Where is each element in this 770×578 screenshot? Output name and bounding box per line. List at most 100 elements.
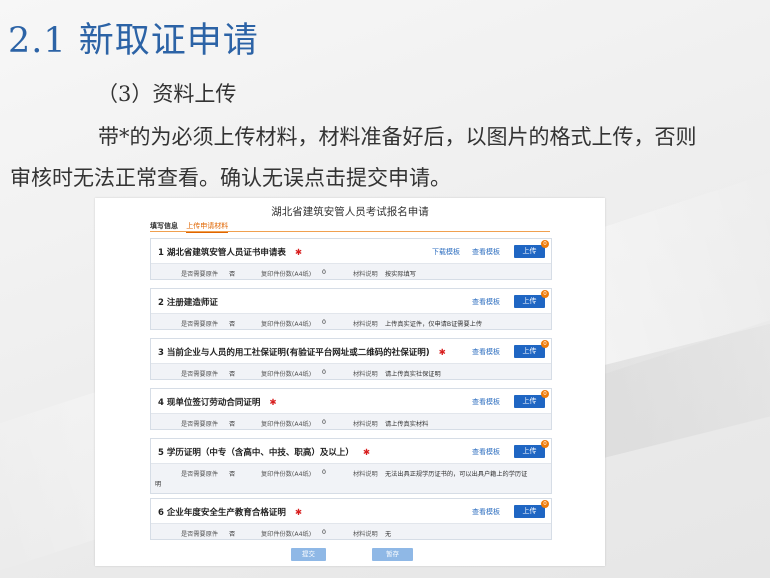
application-form-screenshot: 湖北省建筑安管人员考试报名申请 填写信息 上传申请材料 1 湖北省建筑安管人员证… [95,198,605,566]
item-index: 2 [158,298,164,308]
description-label: 材料说明 [353,421,378,428]
copies-value: 0 [322,269,326,276]
document-item-header: 1 湖北省建筑安管人员证书申请表 ✱ 下载模板 查看模板 上传 0 [151,239,551,263]
document-item-details: 是否需要原件 否 复印件份数(A4纸) 0 材料说明 无 [151,523,551,539]
slide-paragraph: 带*的为必须上传材料，材料准备好后，以图片的格式上传，否则审核时无法正常查看。确… [10,125,697,190]
view-template-link[interactable]: 查看模板 [472,297,500,307]
original-required-label: 是否需要原件 [181,531,219,538]
description-value: 请上传真实社保证明 [385,371,441,378]
original-required-value: 否 [229,471,236,478]
document-item-details: 是否需要原件 否 复印件份数(A4纸) 0 材料说明 请上传真实社保证明 [151,363,551,379]
copies-value: 0 [322,419,326,426]
document-item: 4 现单位签订劳动合同证明 ✱ 查看模板 上传 0 是否需要原件 否 复印件份数… [150,388,552,430]
copies-label: 复印件份数(A4纸) [261,531,312,538]
description-value: 无 [385,531,392,538]
view-template-link[interactable]: 查看模板 [472,247,500,257]
original-required-value: 否 [229,531,236,538]
document-item-details: 是否需要原件 否 复印件份数(A4纸) 0 材料说明 按实际填写 [151,263,551,279]
slide-title: 2.1 新取证申请 [8,21,259,61]
original-required-value: 否 [229,271,236,278]
description-label: 材料说明 [353,471,378,478]
document-item-details: 是否需要原件 否 复印件份数(A4纸) 0 材料说明 请上传真实材料 [151,413,551,429]
document-item: 2 注册建造师证 查看模板 上传 0 是否需要原件 否 复印件份数(A4纸) 0… [150,288,552,330]
submit-button[interactable]: 提交 [291,548,326,561]
copies-label: 复印件份数(A4纸) [261,421,312,428]
required-marker: ✱ [294,508,302,518]
document-item: 6 企业年度安全生产教育合格证明 ✱ 查看模板 上传 0 是否需要原件 否 复印… [150,498,552,540]
required-marker: ✱ [438,348,446,358]
document-item-details: 是否需要原件 否 复印件份数(A4纸) 0 材料说明 无法出具正规学历证书的，可… [151,463,551,493]
original-required-value: 否 [229,321,236,328]
item-index: 1 [158,248,164,258]
upload-button[interactable]: 上传 [514,295,545,308]
upload-count-badge: 0 [541,440,549,448]
item-title: 当前企业与人员的用工社保证明(有验证平台网址或二维码的社保证明) [166,348,430,358]
copies-value: 0 [322,469,326,476]
upload-count-badge: 0 [541,340,549,348]
document-item-header: 2 注册建造师证 查看模板 上传 0 [151,289,551,313]
item-title: 湖北省建筑安管人员证书申请表 [166,248,286,258]
item-title: 企业年度安全生产教育合格证明 [166,508,286,518]
view-template-link[interactable]: 查看模板 [472,447,500,457]
slide-subtitle: （3）资料上传 [97,82,237,106]
item-index: 6 [158,508,164,518]
upload-count-badge: 0 [541,290,549,298]
view-template-link[interactable]: 查看模板 [472,347,500,357]
description-value: 无法出具正规学历证书的，可以出具户籍上的学历证 [385,471,528,478]
description-label: 材料说明 [353,531,378,538]
view-template-link[interactable]: 查看模板 [472,507,500,517]
document-item-name: 6 企业年度安全生产教育合格证明 ✱ [158,506,302,518]
upload-count-badge: 0 [541,390,549,398]
document-item-header: 4 现单位签订劳动合同证明 ✱ 查看模板 上传 0 [151,389,551,413]
document-item-header: 6 企业年度安全生产教育合格证明 ✱ 查看模板 上传 0 [151,499,551,523]
item-title: 学历证明（中专（含高中、中技、职高）及以上） [166,448,354,458]
document-item-name: 1 湖北省建筑安管人员证书申请表 ✱ [158,246,302,258]
document-item: 5 学历证明（中专（含高中、中技、职高）及以上） ✱ 查看模板 上传 0 是否需… [150,438,552,494]
document-item-name: 5 学历证明（中专（含高中、中技、职高）及以上） ✱ [158,446,370,458]
original-required-label: 是否需要原件 [181,271,219,278]
upload-button[interactable]: 上传 [514,345,545,358]
upload-count-badge: 0 [541,240,549,248]
document-item: 3 当前企业与人员的用工社保证明(有验证平台网址或二维码的社保证明) ✱ 查看模… [150,338,552,380]
item-title: 注册建造师证 [166,298,218,308]
required-marker: ✱ [362,448,370,458]
upload-button[interactable]: 上传 [514,505,545,518]
document-item-name: 3 当前企业与人员的用工社保证明(有验证平台网址或二维码的社保证明) ✱ [158,346,446,358]
download-template-link[interactable]: 下载模板 [432,247,460,257]
item-index: 5 [158,448,164,458]
copies-value: 0 [322,369,326,376]
description-label: 材料说明 [353,321,378,328]
upload-button[interactable]: 上传 [514,445,545,458]
view-template-link[interactable]: 查看模板 [472,397,500,407]
document-item: 1 湖北省建筑安管人员证书申请表 ✱ 下载模板 查看模板 上传 0 是否需要原件… [150,238,552,280]
copies-label: 复印件份数(A4纸) [261,471,312,478]
copies-value: 0 [322,529,326,536]
original-required-value: 否 [229,371,236,378]
copies-label: 复印件份数(A4纸) [261,271,312,278]
description-value: 上传真实证件，仅申请B证需要上传 [385,321,483,328]
original-required-label: 是否需要原件 [181,371,219,378]
upload-button[interactable]: 上传 [514,245,545,258]
document-item-header: 5 学历证明（中专（含高中、中技、职高）及以上） ✱ 查看模板 上传 0 [151,439,551,463]
form-title: 湖北省建筑安管人员考试报名申请 [271,206,429,218]
original-required-value: 否 [229,421,236,428]
original-required-label: 是否需要原件 [181,421,219,428]
original-required-label: 是否需要原件 [181,471,219,478]
description-label: 材料说明 [353,371,378,378]
copies-label: 复印件份数(A4纸) [261,321,312,328]
item-title: 现单位签订劳动合同证明 [166,398,261,408]
copies-value: 0 [322,319,326,326]
description-label: 材料说明 [353,271,378,278]
document-item-name: 4 现单位签订劳动合同证明 ✱ [158,396,277,408]
required-marker: ✱ [269,398,277,408]
document-item-header: 3 当前企业与人员的用工社保证明(有验证平台网址或二维码的社保证明) ✱ 查看模… [151,339,551,363]
copies-label: 复印件份数(A4纸) [261,371,312,378]
description-wrap: 明 [155,481,162,488]
original-required-label: 是否需要原件 [181,321,219,328]
upload-count-badge: 0 [541,500,549,508]
description-value: 按实际填写 [385,271,416,278]
document-item-details: 是否需要原件 否 复印件份数(A4纸) 0 材料说明 上传真实证件，仅申请B证需… [151,313,551,329]
save-draft-button[interactable]: 暂存 [372,548,413,561]
upload-button[interactable]: 上传 [514,395,545,408]
tab-underline [150,231,550,232]
